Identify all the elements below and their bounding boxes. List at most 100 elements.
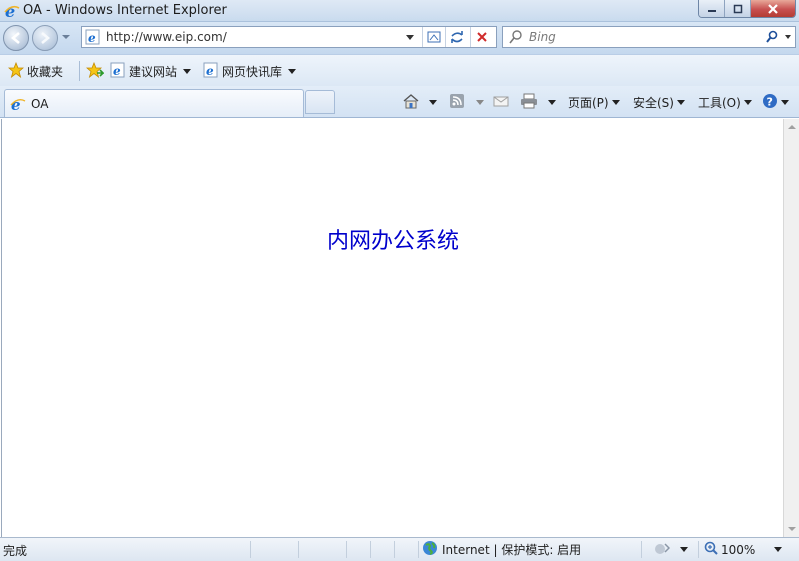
- home-button[interactable]: [402, 91, 437, 113]
- chevron-down-icon[interactable]: [476, 99, 484, 105]
- close-icon: [751, 0, 795, 17]
- status-bar: 完成 Internet | 保护模式: 启用 100%: [0, 537, 799, 561]
- favorites-item-label: 网页快讯库: [222, 64, 283, 79]
- compatibility-view-icon: [427, 31, 440, 43]
- chevron-down-icon: [676, 99, 685, 105]
- tools-menu[interactable]: 工具(O): [698, 91, 752, 113]
- maximize-icon: [725, 0, 750, 17]
- address-toolbar: e http://www.eip.com/ Bing: [0, 22, 799, 54]
- status-text: 完成: [3, 544, 28, 558]
- window-title: OA - Windows Internet Explorer: [23, 3, 227, 18]
- security-zone[interactable]: Internet | 保护模式: 启用: [422, 541, 581, 558]
- search-icon[interactable]: [765, 30, 779, 47]
- chevron-down-icon: [743, 99, 752, 105]
- rss-feed-icon: [449, 93, 465, 112]
- window-controls: [698, 0, 796, 18]
- chevron-down-icon: [781, 99, 789, 105]
- compatibility-view-button[interactable]: [422, 27, 444, 47]
- stop-button[interactable]: [470, 27, 492, 47]
- ie-page-icon: e: [110, 62, 126, 81]
- favorites-item-suggested-sites[interactable]: e 建议网站: [110, 62, 192, 81]
- ie-logo-icon: e: [4, 2, 20, 21]
- favorites-star-icon: [7, 61, 25, 81]
- minimize-icon: [699, 0, 724, 17]
- security-zone-label: Internet | 保护模式: 启用: [442, 543, 582, 557]
- globe-icon: [422, 540, 438, 559]
- status-divider: [250, 541, 251, 558]
- read-mail-button[interactable]: [493, 91, 509, 113]
- chevron-down-icon[interactable]: [548, 99, 556, 105]
- address-dropdown-button[interactable]: [406, 35, 414, 40]
- svg-text:e: e: [113, 64, 121, 78]
- printer-icon: [520, 93, 538, 112]
- chevron-down-icon: [611, 99, 620, 105]
- favorites-label: 收藏夹: [27, 64, 64, 79]
- favorites-item-label: 建议网站: [129, 64, 178, 79]
- chevron-down-icon: [288, 68, 297, 74]
- refresh-button[interactable]: [445, 27, 467, 47]
- tab-oa[interactable]: e OA: [4, 89, 304, 117]
- title-bar[interactable]: e OA - Windows Internet Explorer: [0, 0, 799, 22]
- recent-pages-dropdown[interactable]: [62, 35, 70, 39]
- add-favorite-star-icon: [85, 61, 105, 81]
- chevron-down-icon: [774, 547, 783, 552]
- internet-options-button[interactable]: [654, 541, 688, 558]
- help-button[interactable]: ?: [762, 91, 789, 113]
- ie-page-icon: e: [10, 96, 26, 114]
- add-to-favorites-bar-button[interactable]: [85, 61, 105, 81]
- page-content: 内网办公系统: [1, 119, 783, 537]
- svg-text:e: e: [206, 64, 214, 78]
- status-divider: [346, 541, 347, 558]
- new-tab-button[interactable]: [305, 90, 335, 114]
- status-divider: [298, 541, 299, 558]
- chevron-down-icon: [183, 68, 192, 74]
- status-divider: [418, 541, 419, 558]
- forward-button[interactable]: [32, 25, 58, 51]
- feeds-button[interactable]: [449, 91, 484, 113]
- search-box[interactable]: Bing: [502, 26, 796, 48]
- scroll-down-icon[interactable]: [788, 527, 796, 531]
- search-input[interactable]: Bing: [529, 30, 556, 44]
- safety-menu-label: 安全(S): [633, 95, 674, 110]
- page-settings-icon: [654, 541, 671, 558]
- stop-icon: [476, 32, 487, 42]
- status-divider: [394, 541, 395, 558]
- svg-text:?: ?: [767, 95, 773, 108]
- ie-page-icon: e: [85, 29, 101, 45]
- minimize-button[interactable]: [699, 0, 725, 17]
- status-divider: [641, 541, 642, 558]
- page-heading: 内网办公系统: [326, 229, 459, 254]
- back-arrow-icon: [10, 32, 20, 44]
- svg-text:e: e: [88, 31, 96, 45]
- mail-icon: [493, 94, 509, 111]
- favorites-separator: [79, 61, 80, 81]
- status-divider: [370, 541, 371, 558]
- page-menu-label: 页面(P): [568, 95, 609, 110]
- chevron-down-icon[interactable]: [429, 99, 437, 105]
- vertical-scrollbar[interactable]: [783, 119, 799, 537]
- scroll-up-icon[interactable]: [788, 125, 796, 129]
- chevron-down-icon: [680, 547, 688, 552]
- zoom-control[interactable]: 100%: [704, 541, 783, 558]
- search-provider-icon: [508, 29, 524, 48]
- help-icon: ?: [762, 93, 778, 112]
- forward-arrow-icon: [41, 32, 51, 44]
- tools-menu-label: 工具(O): [698, 95, 741, 110]
- safety-menu[interactable]: 安全(S): [633, 91, 685, 113]
- address-bar[interactable]: e http://www.eip.com/: [81, 26, 497, 48]
- favorites-bar: 收藏夹 e 建议网站 e 网页快讯库: [0, 54, 799, 86]
- tab-command-bar: e OA 页面(P) 安全(S) 工具(O) ?: [0, 86, 799, 118]
- maximize-button[interactable]: [725, 0, 751, 17]
- back-button[interactable]: [3, 25, 29, 51]
- search-options-dropdown[interactable]: [785, 35, 791, 39]
- favorites-button[interactable]: 收藏夹: [7, 61, 64, 81]
- page-menu[interactable]: 页面(P): [568, 91, 620, 113]
- status-divider: [698, 541, 699, 558]
- zoom-label: 100%: [721, 542, 756, 557]
- close-button[interactable]: [751, 0, 795, 17]
- favorites-item-web-slice-gallery[interactable]: e 网页快讯库: [203, 62, 297, 80]
- url-text[interactable]: http://www.eip.com/: [106, 30, 227, 44]
- refresh-icon: [450, 31, 463, 43]
- print-button[interactable]: [520, 91, 556, 113]
- zoom-icon: [704, 541, 718, 558]
